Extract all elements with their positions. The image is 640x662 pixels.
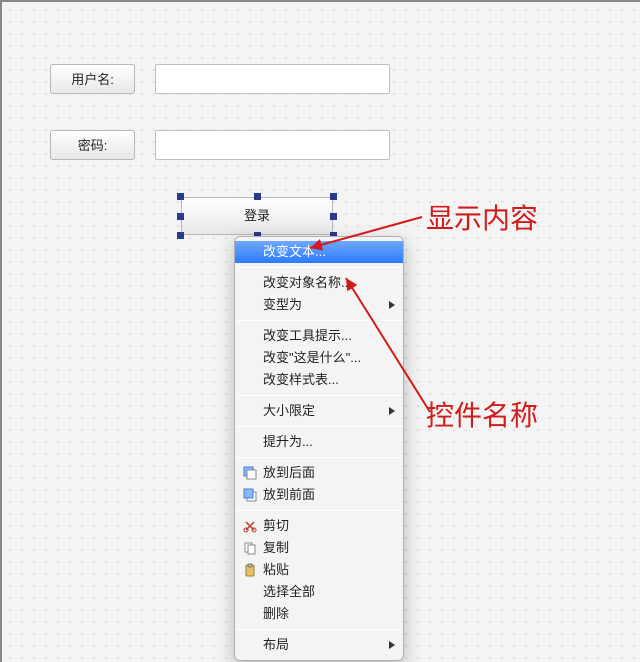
- menu-item-label: 复制: [263, 540, 289, 555]
- menu-item-label: 粘贴: [263, 562, 289, 577]
- resize-handle[interactable]: [177, 232, 184, 239]
- menu-item-label: 放到前面: [263, 487, 315, 502]
- menu-change-tooltip[interactable]: 改变工具提示...: [235, 325, 403, 347]
- menu-separator: [236, 267, 402, 268]
- resize-handle[interactable]: [177, 193, 184, 200]
- menu-change-whatsthis[interactable]: 改变"这是什么"...: [235, 347, 403, 369]
- username-label: 用户名:: [50, 64, 135, 94]
- menu-separator: [236, 320, 402, 321]
- menu-paste[interactable]: 粘贴: [235, 559, 403, 581]
- username-input[interactable]: [155, 64, 390, 94]
- menu-select-all[interactable]: 选择全部: [235, 581, 403, 603]
- login-button-selection: 登录: [181, 197, 333, 235]
- resize-handle[interactable]: [254, 193, 261, 200]
- scissors-icon: [243, 519, 257, 533]
- menu-item-label: 剪切: [263, 518, 289, 533]
- menu-promote-to[interactable]: 提升为...: [235, 431, 403, 453]
- menu-separator: [236, 426, 402, 427]
- menu-item-label: 放到后面: [263, 465, 315, 480]
- menu-separator: [236, 457, 402, 458]
- menu-size-constraints[interactable]: 大小限定: [235, 400, 403, 422]
- login-button[interactable]: 登录: [181, 197, 333, 235]
- menu-change-stylesheet[interactable]: 改变样式表...: [235, 369, 403, 391]
- menu-send-to-back[interactable]: 放到后面: [235, 462, 403, 484]
- menu-delete[interactable]: 删除: [235, 603, 403, 625]
- menu-bring-to-front[interactable]: 放到前面: [235, 484, 403, 506]
- annotation-widget-name: 控件名称: [426, 394, 538, 434]
- menu-morph-into[interactable]: 变型为: [235, 294, 403, 316]
- paste-icon: [243, 563, 257, 577]
- menu-copy[interactable]: 复制: [235, 537, 403, 559]
- bring-to-front-icon: [243, 488, 257, 502]
- resize-handle[interactable]: [177, 213, 184, 220]
- menu-change-object-name[interactable]: 改变对象名称...: [235, 272, 403, 294]
- menu-change-text[interactable]: 改变文本...: [235, 241, 403, 263]
- menu-separator: [236, 510, 402, 511]
- password-label: 密码:: [50, 130, 135, 160]
- annotation-display-content: 显示内容: [426, 197, 538, 237]
- menu-cut[interactable]: 剪切: [235, 515, 403, 537]
- resize-handle[interactable]: [330, 193, 337, 200]
- menu-layout[interactable]: 布局: [235, 634, 403, 656]
- menu-separator: [236, 395, 402, 396]
- copy-icon: [243, 541, 257, 555]
- send-to-back-icon: [243, 466, 257, 480]
- password-input[interactable]: [155, 130, 390, 160]
- context-menu: 改变文本... 改变对象名称... 变型为 改变工具提示... 改变"这是什么"…: [234, 236, 404, 661]
- resize-handle[interactable]: [330, 213, 337, 220]
- menu-separator: [236, 629, 402, 630]
